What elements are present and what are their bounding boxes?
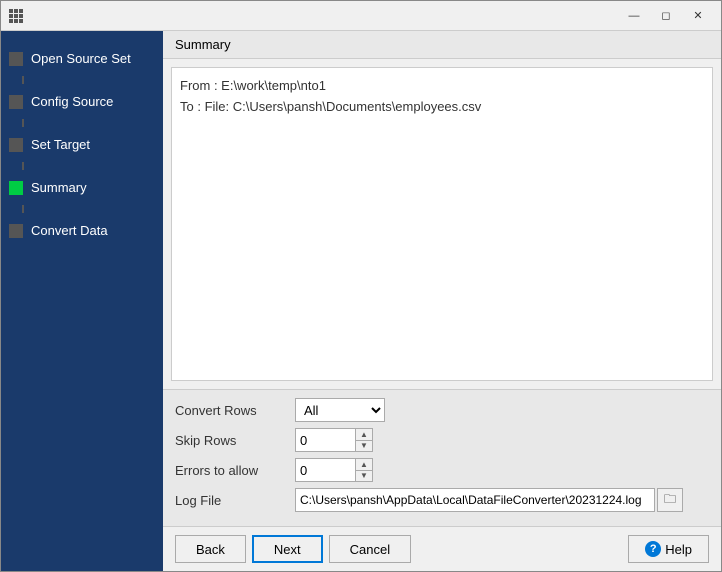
errors-to-allow-row: Errors to allow ▲ ▼ xyxy=(175,458,709,482)
title-bar: — ◻ ✕ xyxy=(1,1,721,31)
nav-connector-4 xyxy=(22,205,24,213)
close-button[interactable]: ✕ xyxy=(683,5,713,27)
bottom-nav-buttons: Back Next Cancel xyxy=(175,535,411,563)
log-file-input[interactable] xyxy=(295,488,655,512)
app-icon xyxy=(9,9,23,23)
help-button[interactable]: ? Help xyxy=(628,535,709,563)
panel-title: Summary xyxy=(163,31,721,59)
errors-up-button[interactable]: ▲ xyxy=(356,459,372,470)
main-window: — ◻ ✕ Open Source Set Config Source Set … xyxy=(0,0,722,572)
bottom-bar: Back Next Cancel ? Help xyxy=(163,526,721,571)
help-icon: ? xyxy=(645,541,661,557)
errors-to-allow-spinner-btns: ▲ ▼ xyxy=(355,458,373,482)
nav-connector-2 xyxy=(22,119,24,127)
sidebar-item-open-source-set[interactable]: Open Source Set xyxy=(1,41,163,76)
sidebar-item-set-target[interactable]: Set Target xyxy=(1,127,163,162)
skip-rows-spinner-btns: ▲ ▼ xyxy=(355,428,373,452)
summary-line-2: To : File: C:\Users\pansh\Documents\empl… xyxy=(180,97,704,118)
main-content: Open Source Set Config Source Set Target… xyxy=(1,31,721,571)
log-browse-button[interactable]: 🗀 xyxy=(657,488,683,512)
form-area: Convert Rows All Selected Range Skip Row… xyxy=(163,389,721,526)
nav-indicator-set-target xyxy=(9,138,23,152)
nav-indicator-summary xyxy=(9,181,23,195)
content-panel: Summary From : E:\work\temp\nto1 To : Fi… xyxy=(163,31,721,526)
help-label: Help xyxy=(665,542,692,557)
nav-indicator-open-source-set xyxy=(9,52,23,66)
sidebar-item-config-source[interactable]: Config Source xyxy=(1,84,163,119)
sidebar-label-set-target: Set Target xyxy=(31,137,90,152)
skip-rows-label: Skip Rows xyxy=(175,433,295,448)
maximize-button[interactable]: ◻ xyxy=(651,5,681,27)
sidebar: Open Source Set Config Source Set Target… xyxy=(1,31,163,571)
errors-to-allow-label: Errors to allow xyxy=(175,463,295,478)
convert-rows-row: Convert Rows All Selected Range xyxy=(175,398,709,422)
skip-rows-row: Skip Rows ▲ ▼ xyxy=(175,428,709,452)
cancel-button[interactable]: Cancel xyxy=(329,535,411,563)
log-file-wrap: 🗀 xyxy=(295,488,683,512)
skip-rows-down-button[interactable]: ▼ xyxy=(356,440,372,451)
sidebar-item-convert-data[interactable]: Convert Data xyxy=(1,213,163,248)
back-button[interactable]: Back xyxy=(175,535,246,563)
summary-box: From : E:\work\temp\nto1 To : File: C:\U… xyxy=(171,67,713,381)
minimize-button[interactable]: — xyxy=(619,5,649,27)
errors-down-button[interactable]: ▼ xyxy=(356,470,372,481)
content-area: Summary From : E:\work\temp\nto1 To : Fi… xyxy=(163,31,721,571)
convert-rows-label: Convert Rows xyxy=(175,403,295,418)
help-button-wrap: ? Help xyxy=(628,535,709,563)
next-button[interactable]: Next xyxy=(252,535,323,563)
sidebar-label-summary: Summary xyxy=(31,180,87,195)
nav-connector-3 xyxy=(22,162,24,170)
convert-rows-control: All Selected Range xyxy=(295,398,385,422)
nav-indicator-convert-data xyxy=(9,224,23,238)
folder-icon: 🗀 xyxy=(664,490,676,511)
sidebar-label-config-source: Config Source xyxy=(31,94,113,109)
skip-rows-spinner: ▲ ▼ xyxy=(295,428,373,452)
nav-connector-1 xyxy=(22,76,24,84)
skip-rows-up-button[interactable]: ▲ xyxy=(356,429,372,440)
sidebar-label-convert-data: Convert Data xyxy=(31,223,108,238)
window-controls: — ◻ ✕ xyxy=(619,5,713,27)
skip-rows-input[interactable] xyxy=(295,428,355,452)
sidebar-item-summary[interactable]: Summary xyxy=(1,170,163,205)
errors-to-allow-spinner: ▲ ▼ xyxy=(295,458,373,482)
errors-to-allow-input[interactable] xyxy=(295,458,355,482)
log-file-row: Log File 🗀 xyxy=(175,488,709,512)
nav-indicator-config-source xyxy=(9,95,23,109)
convert-rows-select[interactable]: All Selected Range xyxy=(295,398,385,422)
log-file-label: Log File xyxy=(175,493,295,508)
summary-line-1: From : E:\work\temp\nto1 xyxy=(180,76,704,97)
title-bar-left xyxy=(9,9,23,23)
sidebar-label-open-source-set: Open Source Set xyxy=(31,51,131,66)
